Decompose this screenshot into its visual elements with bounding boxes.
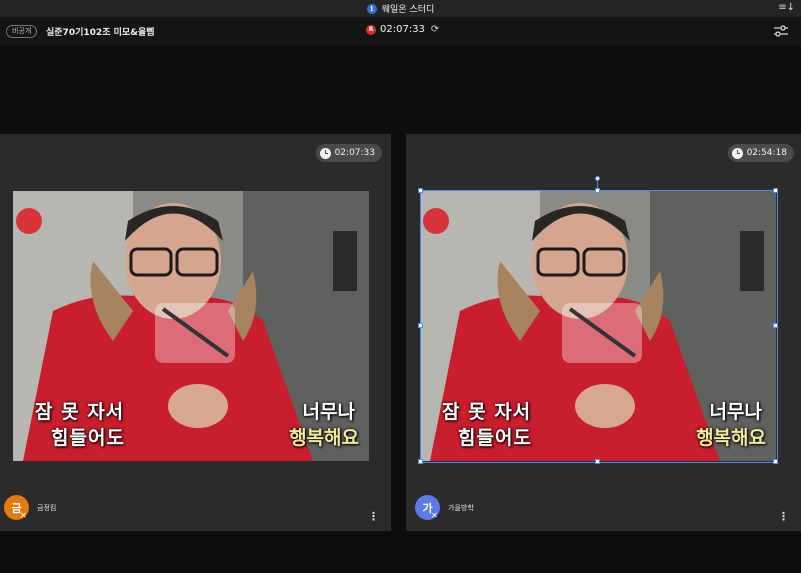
clock-icon bbox=[319, 147, 331, 159]
resize-handle-sw[interactable] bbox=[418, 459, 423, 464]
caption-text: 힘들어도 bbox=[51, 427, 125, 449]
resize-handle-e[interactable] bbox=[773, 323, 778, 328]
mic-off-icon: ✕ bbox=[431, 511, 438, 520]
more-vertical-icon[interactable]: ⋮ bbox=[778, 510, 789, 523]
resize-handle-ne[interactable] bbox=[773, 188, 778, 193]
refresh-icon[interactable]: ⟳ bbox=[431, 24, 439, 35]
room-header: 비공개 실준70기102조 미모&올삠 R 02:07:33 ⟳ bbox=[0, 17, 801, 45]
rotate-handle[interactable] bbox=[595, 176, 600, 181]
avatar[interactable]: 금 ✕ bbox=[4, 495, 29, 520]
visibility-badge: 비공개 bbox=[6, 25, 38, 38]
participant-tile[interactable]: 02:07:33 잠 못 자서 힘들어도 너무나 행복해요 금 ✕ 금정킴 ⋮ bbox=[0, 134, 391, 531]
participant-info: 금 ✕ 금정킴 bbox=[4, 495, 56, 520]
elapsed-time: 02:07:33 bbox=[380, 24, 425, 35]
sort-icon[interactable]: ≡↓ bbox=[778, 2, 795, 13]
participant-name: 금정킴 bbox=[37, 503, 57, 512]
study-time: 02:54:18 bbox=[746, 148, 787, 158]
caption-text: 잠 못 자서 bbox=[35, 401, 125, 423]
study-timer-badge: 02:07:33 bbox=[315, 144, 382, 162]
info-icon[interactable]: i bbox=[366, 3, 377, 14]
room-title: 실준70기102조 미모&올삠 bbox=[46, 28, 155, 38]
caption-text: 너무나 bbox=[302, 401, 355, 423]
study-time: 02:07:33 bbox=[334, 148, 375, 158]
window-titlebar: i 웨일온 스터디 ≡↓ bbox=[0, 0, 801, 17]
resize-handle-s[interactable] bbox=[595, 459, 600, 464]
caption-text-highlight: 행복해요 bbox=[289, 427, 359, 449]
resize-handle-n[interactable] bbox=[595, 188, 600, 193]
caption-text: 잠 못 자서 bbox=[442, 401, 532, 423]
video-feed[interactable]: 잠 못 자서 힘들어도 너무나 행복해요 bbox=[13, 191, 369, 461]
participant-info: 가 ✕ 가을방학 bbox=[415, 495, 474, 520]
caption-text: 너무나 bbox=[709, 401, 762, 423]
clock-icon bbox=[731, 147, 743, 159]
resize-handle-w[interactable] bbox=[418, 323, 423, 328]
study-timer-badge: 02:54:18 bbox=[727, 144, 794, 162]
mic-off-icon: ✕ bbox=[20, 511, 27, 520]
avatar[interactable]: 가 ✕ bbox=[415, 495, 440, 520]
participant-tile[interactable]: 02:54:18 잠 못 자서 힘들어도 너무나 행복해요 가 ✕ 가을방학 ⋮ bbox=[406, 134, 801, 531]
session-timer: R 02:07:33 ⟳ bbox=[366, 24, 439, 35]
sliders-icon[interactable] bbox=[773, 24, 789, 38]
caption-text-highlight: 행복해요 bbox=[696, 427, 766, 449]
resize-handle-nw[interactable] bbox=[418, 188, 423, 193]
record-icon: R bbox=[366, 24, 376, 35]
window-title: 웨일온 스터디 bbox=[381, 5, 435, 15]
resize-handle-se[interactable] bbox=[773, 459, 778, 464]
video-feed[interactable]: 잠 못 자서 힘들어도 너무나 행복해요 bbox=[420, 191, 776, 461]
more-vertical-icon[interactable]: ⋮ bbox=[368, 510, 379, 523]
caption-text: 힘들어도 bbox=[458, 427, 532, 449]
participant-name: 가을방학 bbox=[448, 503, 474, 512]
